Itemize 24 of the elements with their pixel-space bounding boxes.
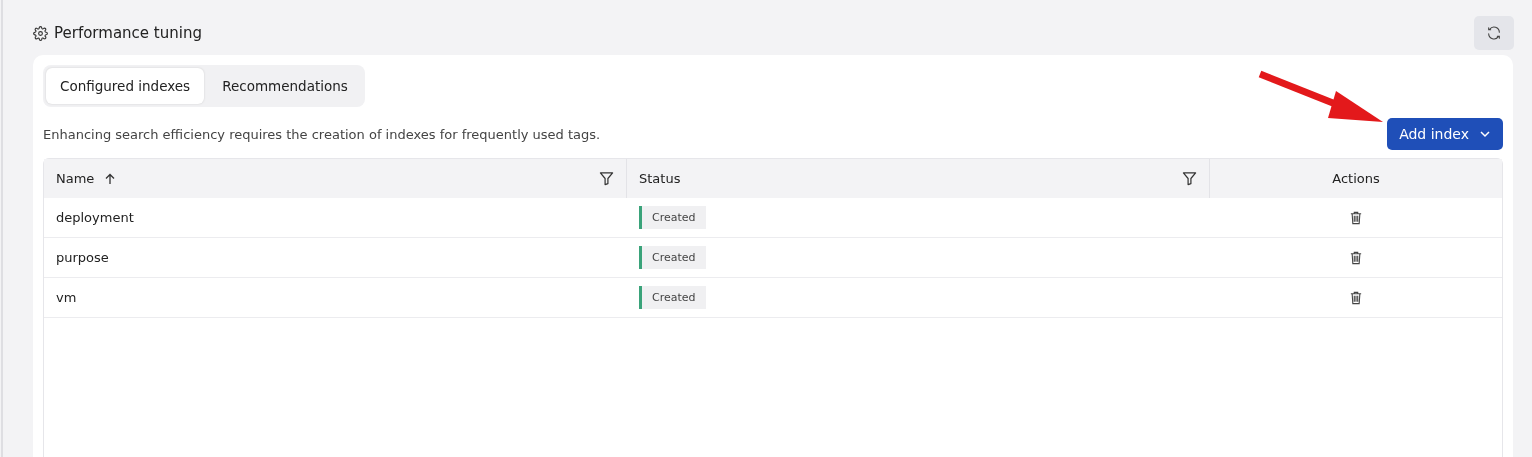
table-cell: deployment (56, 210, 134, 225)
refresh-icon[interactable] (1486, 25, 1502, 41)
refresh-button[interactable] (1474, 16, 1514, 50)
tab[interactable]: Recommendations (208, 68, 362, 104)
column-header[interactable]: Actions (1210, 159, 1502, 198)
sort-ascending-icon[interactable] (104, 172, 117, 185)
status-tag: Created (639, 246, 706, 269)
chevron-down-icon[interactable] (1479, 128, 1491, 140)
filter-icon[interactable] (1182, 171, 1197, 186)
trash-icon[interactable] (1350, 210, 1362, 225)
add-index-button[interactable]: Add index (1387, 118, 1503, 150)
table-cell: purpose (56, 250, 109, 265)
column-header[interactable]: Status (627, 159, 1210, 198)
settings-icon (33, 25, 48, 41)
status-tag: Created (639, 206, 706, 229)
trash-icon[interactable] (1350, 250, 1362, 265)
status-tag: Created (639, 286, 706, 309)
description-text: Enhancing search efficiency requires the creation of indexes for frequently used tags. (43, 126, 601, 142)
tab[interactable]: Configured indexes (46, 68, 205, 104)
filter-icon[interactable] (599, 171, 614, 186)
trash-icon[interactable] (1350, 290, 1362, 305)
panel-title: Performance tuning (54, 24, 202, 42)
column-header[interactable]: Name (44, 159, 627, 198)
table-cell: vm (56, 290, 77, 305)
